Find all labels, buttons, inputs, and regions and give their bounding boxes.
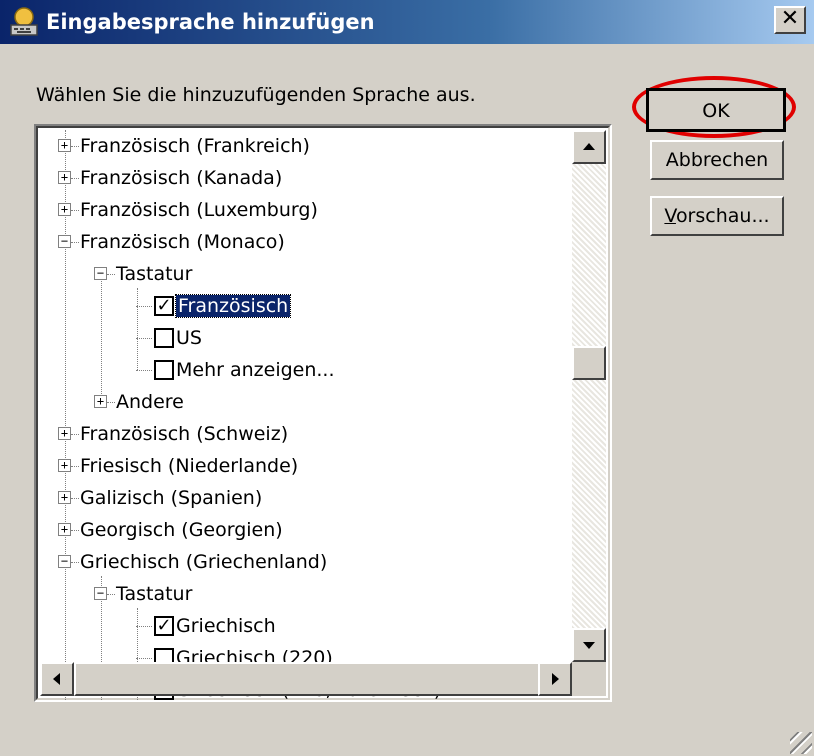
tree-item-label: Griechisch xyxy=(176,615,276,637)
scroll-corner xyxy=(572,662,606,696)
tree-item[interactable]: Griechisch xyxy=(176,610,276,642)
cancel-button[interactable]: Abbrechen xyxy=(650,140,784,180)
tree-item[interactable]: Tastatur xyxy=(116,258,192,290)
tree-connector xyxy=(136,626,152,627)
tree-connector xyxy=(71,210,79,211)
close-icon: ✕ xyxy=(780,6,800,31)
collapse-icon[interactable]: − xyxy=(94,267,107,280)
horizontal-scroll-thumb[interactable] xyxy=(74,662,544,696)
tree-connector xyxy=(107,274,115,275)
collapse-icon[interactable]: − xyxy=(94,587,107,600)
tree-connector xyxy=(136,658,152,659)
tree-connector xyxy=(136,338,152,339)
arrow-up-icon xyxy=(583,143,595,150)
tree-item-label: Griechisch (Griechenland) xyxy=(80,551,328,573)
checkbox[interactable] xyxy=(154,328,174,348)
language-tree[interactable]: + Französisch (Frankreich) + Französisch (K… xyxy=(34,124,612,702)
checkbox[interactable] xyxy=(154,360,174,380)
tree-connector xyxy=(71,498,79,499)
arrow-down-icon xyxy=(583,642,595,649)
tree-item-label: US xyxy=(176,327,202,349)
arrow-right-icon xyxy=(552,673,559,685)
ok-button[interactable]: OK xyxy=(646,88,786,132)
tree-connector xyxy=(137,288,138,370)
tree-item-label: Französisch xyxy=(174,294,292,318)
tree-connector xyxy=(71,530,79,531)
tree-item-label: Französisch (Monaco) xyxy=(80,231,285,253)
tree-item-label: Französisch (Schweiz) xyxy=(80,423,289,445)
tree-item[interactable]: Galizisch (Spanien) xyxy=(80,482,262,514)
tree-item-label: Andere xyxy=(116,391,184,413)
tree-connector xyxy=(71,242,79,243)
tree-connector xyxy=(71,178,79,179)
checked-checkbox[interactable]: ✓ xyxy=(154,616,174,636)
tree-item[interactable]: Griechisch (Griechenland) xyxy=(80,546,327,578)
tree-item-label: Tastatur xyxy=(116,263,193,285)
tree-item[interactable]: Französisch (Kanada) xyxy=(80,162,282,194)
tree-connector xyxy=(107,402,115,403)
tree-connector xyxy=(71,466,79,467)
scroll-down-button[interactable] xyxy=(572,628,606,662)
horizontal-scrollbar[interactable] xyxy=(40,662,572,696)
window-title: Eingabesprache hinzufügen xyxy=(46,10,375,34)
tree-item-label: Georgisch (Georgien) xyxy=(80,519,283,541)
expand-icon[interactable]: + xyxy=(58,171,71,184)
vertical-scrollbar[interactable] xyxy=(572,130,606,662)
tree-item-label: Französisch (Luxemburg) xyxy=(80,199,318,221)
collapse-icon[interactable]: − xyxy=(58,555,71,568)
tree-item[interactable]: Tastatur xyxy=(116,578,192,610)
tree-item-label: Tastatur xyxy=(116,583,193,605)
tree-connector xyxy=(136,370,152,371)
keyboard-language-icon xyxy=(10,7,38,36)
tree-item[interactable]: Mehr anzeigen... xyxy=(176,354,335,386)
expand-icon[interactable]: + xyxy=(58,491,71,504)
tree-item-label: Französisch (Kanada) xyxy=(80,167,283,189)
tree-item[interactable]: Französisch (Frankreich) xyxy=(80,130,310,162)
scroll-up-button[interactable] xyxy=(572,130,606,164)
tree-item-label: Französisch (Frankreich) xyxy=(80,135,310,157)
expand-icon[interactable]: + xyxy=(58,459,71,472)
tree-item[interactable]: Friesisch (Niederlande) xyxy=(80,450,298,482)
tree-connector xyxy=(71,434,79,435)
tree-connector xyxy=(71,146,79,147)
tree-item[interactable]: Französisch (Monaco) xyxy=(80,226,285,258)
tree-item[interactable]: Französisch (Luxemburg) xyxy=(80,194,318,226)
instruction-label: Wählen Sie die hinzuzufügenden Sprache a… xyxy=(36,84,476,106)
tree-item[interactable]: Französisch (Schweiz) xyxy=(80,418,288,450)
expand-icon[interactable]: + xyxy=(58,523,71,536)
expand-icon[interactable]: + xyxy=(58,139,71,152)
scroll-right-button[interactable] xyxy=(538,662,572,696)
expand-icon[interactable]: + xyxy=(58,427,71,440)
tree-item[interactable]: Georgisch (Georgien) xyxy=(80,514,283,546)
title-bar: Eingabesprache hinzufügen ✕ xyxy=(0,0,814,44)
resize-grip[interactable] xyxy=(790,732,812,754)
tree-item-label: Mehr anzeigen... xyxy=(176,359,335,381)
tree-item[interactable]: US xyxy=(176,322,202,354)
scroll-left-button[interactable] xyxy=(40,662,74,696)
tree-item-label: Galizisch (Spanien) xyxy=(80,487,263,509)
checked-checkbox[interactable]: ✓ xyxy=(154,296,174,316)
vertical-scroll-thumb[interactable] xyxy=(572,346,606,380)
expand-icon[interactable]: + xyxy=(58,203,71,216)
tree-connector xyxy=(136,306,152,307)
preview-button-label: Vorschau... xyxy=(664,205,770,227)
preview-accelerator: V xyxy=(664,205,676,227)
expand-icon[interactable]: + xyxy=(94,395,107,408)
tree-connector xyxy=(107,594,115,595)
tree-connector xyxy=(101,274,102,402)
tree-item-label: Friesisch (Niederlande) xyxy=(80,455,299,477)
tree-item[interactable]: Andere xyxy=(116,386,184,418)
preview-button[interactable]: Vorschau... xyxy=(650,196,784,236)
tree-connector xyxy=(71,562,79,563)
collapse-icon[interactable]: − xyxy=(58,235,71,248)
close-button[interactable]: ✕ xyxy=(774,6,806,34)
arrow-left-icon xyxy=(53,673,60,685)
tree-item[interactable]: Französisch xyxy=(174,290,292,322)
